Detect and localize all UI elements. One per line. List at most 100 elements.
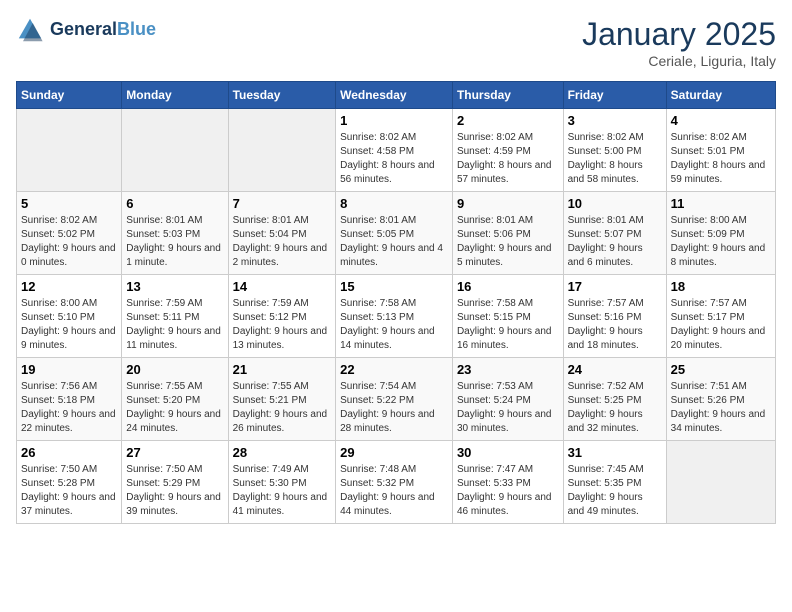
calendar-cell: 23 Sunrise: 7:53 AMSunset: 5:24 PMDayligh… — [452, 358, 563, 441]
day-detail: Sunrise: 8:01 AMSunset: 5:06 PMDaylight:… — [457, 214, 559, 270]
day-detail: Sunrise: 8:00 AMSunset: 5:09 PMDaylight:… — [671, 214, 771, 270]
calendar-cell: 7 Sunrise: 8:01 AMSunset: 5:04 PMDaylight… — [228, 192, 336, 275]
day-detail: Sunrise: 7:49 AMSunset: 5:30 PMDaylight:… — [233, 463, 332, 519]
day-detail: Sunrise: 7:53 AMSunset: 5:24 PMDaylight:… — [457, 380, 559, 436]
day-detail: Sunrise: 7:54 AMSunset: 5:22 PMDaylight:… — [340, 380, 448, 436]
calendar-cell: 27Sunrise: 7:50 AMSunset: 5:29 PMDayligh… — [122, 441, 228, 524]
calendar-cell: 9 Sunrise: 8:01 AMSunset: 5:06 PMDaylight… — [452, 192, 563, 275]
day-detail: Sunrise: 7:45 AMSunset: 5:35 PMDaylight:… — [568, 463, 662, 519]
calendar-week-row: 19Sunrise: 7:56 AMSunset: 5:18 PMDayligh… — [17, 358, 776, 441]
day-number: 26 — [21, 445, 117, 460]
day-detail: Sunrise: 7:58 AMSunset: 5:13 PMDaylight:… — [340, 297, 448, 353]
day-number: 28 — [233, 445, 332, 460]
calendar-table: SundayMondayTuesdayWednesdayThursdayFrid… — [16, 81, 776, 524]
calendar-cell: 30 Sunrise: 7:47 AMSunset: 5:33 PMDayligh… — [452, 441, 563, 524]
day-number: 1 — [340, 113, 448, 128]
day-detail: Sunrise: 8:02 AMSunset: 4:59 PMDaylight:… — [457, 131, 559, 187]
day-number: 4 — [671, 113, 771, 128]
calendar-week-row: 1 Sunrise: 8:02 AMSunset: 4:58 PMDaylight… — [17, 109, 776, 192]
day-number: 29 — [340, 445, 448, 460]
calendar-header-row: SundayMondayTuesdayWednesdayThursdayFrid… — [17, 82, 776, 109]
day-detail: Sunrise: 7:57 AMSunset: 5:16 PMDaylight:… — [568, 297, 662, 353]
logo: GeneralBlue — [16, 16, 156, 44]
day-detail: Sunrise: 7:50 AMSunset: 5:28 PMDaylight:… — [21, 463, 117, 519]
calendar-cell: 12Sunrise: 8:00 AMSunset: 5:10 PMDayligh… — [17, 275, 122, 358]
calendar-week-row: 5 Sunrise: 8:02 AMSunset: 5:02 PMDaylight… — [17, 192, 776, 275]
day-number: 17 — [568, 279, 662, 294]
calendar-cell: 29 Sunrise: 7:48 AMSunset: 5:32 PMDayligh… — [336, 441, 453, 524]
calendar-cell: 5 Sunrise: 8:02 AMSunset: 5:02 PMDaylight… — [17, 192, 122, 275]
day-detail: Sunrise: 7:50 AMSunset: 5:29 PMDaylight:… — [126, 463, 223, 519]
calendar-cell: 28 Sunrise: 7:49 AMSunset: 5:30 PMDayligh… — [228, 441, 336, 524]
logo-icon — [16, 16, 44, 44]
calendar-week-row: 26 Sunrise: 7:50 AMSunset: 5:28 PMDayligh… — [17, 441, 776, 524]
weekday-header: Friday — [563, 82, 666, 109]
day-number: 25 — [671, 362, 771, 377]
day-detail: Sunrise: 7:58 AMSunset: 5:15 PMDaylight:… — [457, 297, 559, 353]
calendar-cell: 20 Sunrise: 7:55 AMSunset: 5:20 PMDayligh… — [122, 358, 228, 441]
calendar-cell: 25 Sunrise: 7:51 AMSunset: 5:26 PMDayligh… — [666, 358, 775, 441]
calendar-cell: 17 Sunrise: 7:57 AMSunset: 5:16 PMDayligh… — [563, 275, 666, 358]
day-number: 21 — [233, 362, 332, 377]
location-subtitle: Ceriale, Liguria, Italy — [582, 53, 776, 69]
calendar-cell: 10 Sunrise: 8:01 AMSunset: 5:07 PMDayligh… — [563, 192, 666, 275]
logo-text: GeneralBlue — [50, 20, 156, 40]
day-number: 18 — [671, 279, 771, 294]
calendar-cell: 19Sunrise: 7:56 AMSunset: 5:18 PMDayligh… — [17, 358, 122, 441]
day-detail: Sunrise: 7:47 AMSunset: 5:33 PMDaylight:… — [457, 463, 559, 519]
weekday-header: Monday — [122, 82, 228, 109]
calendar-cell: 21Sunrise: 7:55 AMSunset: 5:21 PMDayligh… — [228, 358, 336, 441]
day-number: 22 — [340, 362, 448, 377]
calendar-cell: 4Sunrise: 8:02 AMSunset: 5:01 PMDaylight… — [666, 109, 775, 192]
weekday-header: Wednesday — [336, 82, 453, 109]
day-detail: Sunrise: 8:01 AMSunset: 5:04 PMDaylight:… — [233, 214, 332, 270]
day-detail: Sunrise: 8:01 AMSunset: 5:03 PMDaylight:… — [126, 214, 223, 270]
day-number: 2 — [457, 113, 559, 128]
day-number: 23 — [457, 362, 559, 377]
weekday-header: Thursday — [452, 82, 563, 109]
calendar-cell — [122, 109, 228, 192]
weekday-header: Saturday — [666, 82, 775, 109]
day-detail: Sunrise: 7:51 AMSunset: 5:26 PMDaylight:… — [671, 380, 771, 436]
day-number: 31 — [568, 445, 662, 460]
day-number: 10 — [568, 196, 662, 211]
day-detail: Sunrise: 7:48 AMSunset: 5:32 PMDaylight:… — [340, 463, 448, 519]
day-number: 7 — [233, 196, 332, 211]
calendar-cell: 24Sunrise: 7:52 AMSunset: 5:25 PMDayligh… — [563, 358, 666, 441]
calendar-week-row: 12Sunrise: 8:00 AMSunset: 5:10 PMDayligh… — [17, 275, 776, 358]
calendar-cell: 16Sunrise: 7:58 AMSunset: 5:15 PMDayligh… — [452, 275, 563, 358]
day-number: 24 — [568, 362, 662, 377]
calendar-cell — [17, 109, 122, 192]
day-number: 15 — [340, 279, 448, 294]
day-number: 20 — [126, 362, 223, 377]
calendar-cell: 8Sunrise: 8:01 AMSunset: 5:05 PMDaylight… — [336, 192, 453, 275]
day-detail: Sunrise: 7:57 AMSunset: 5:17 PMDaylight:… — [671, 297, 771, 353]
calendar-cell: 18 Sunrise: 7:57 AMSunset: 5:17 PMDayligh… — [666, 275, 775, 358]
day-number: 30 — [457, 445, 559, 460]
day-detail: Sunrise: 8:01 AMSunset: 5:07 PMDaylight:… — [568, 214, 662, 270]
day-number: 14 — [233, 279, 332, 294]
day-number: 9 — [457, 196, 559, 211]
page-header: GeneralBlue January 2025 Ceriale, Liguri… — [16, 16, 776, 69]
calendar-cell: 1 Sunrise: 8:02 AMSunset: 4:58 PMDaylight… — [336, 109, 453, 192]
calendar-cell: 13Sunrise: 7:59 AMSunset: 5:11 PMDayligh… — [122, 275, 228, 358]
calendar-cell — [228, 109, 336, 192]
calendar-cell: 3Sunrise: 8:02 AMSunset: 5:00 PMDaylight… — [563, 109, 666, 192]
calendar-cell: 11Sunrise: 8:00 AMSunset: 5:09 PMDayligh… — [666, 192, 775, 275]
day-detail: Sunrise: 8:01 AMSunset: 5:05 PMDaylight:… — [340, 214, 448, 270]
day-detail: Sunrise: 8:00 AMSunset: 5:10 PMDaylight:… — [21, 297, 117, 353]
day-detail: Sunrise: 7:59 AMSunset: 5:12 PMDaylight:… — [233, 297, 332, 353]
calendar-cell: 6Sunrise: 8:01 AMSunset: 5:03 PMDaylight… — [122, 192, 228, 275]
calendar-cell: 26 Sunrise: 7:50 AMSunset: 5:28 PMDayligh… — [17, 441, 122, 524]
day-number: 19 — [21, 362, 117, 377]
month-title: January 2025 — [582, 16, 776, 53]
day-detail: Sunrise: 7:55 AMSunset: 5:20 PMDaylight:… — [126, 380, 223, 436]
weekday-header: Tuesday — [228, 82, 336, 109]
calendar-cell: 22 Sunrise: 7:54 AMSunset: 5:22 PMDayligh… — [336, 358, 453, 441]
day-number: 3 — [568, 113, 662, 128]
day-detail: Sunrise: 8:02 AMSunset: 4:58 PMDaylight:… — [340, 131, 448, 187]
day-detail: Sunrise: 8:02 AMSunset: 5:02 PMDaylight:… — [21, 214, 117, 270]
calendar-cell: 2 Sunrise: 8:02 AMSunset: 4:59 PMDaylight… — [452, 109, 563, 192]
day-number: 5 — [21, 196, 117, 211]
title-block: January 2025 Ceriale, Liguria, Italy — [582, 16, 776, 69]
